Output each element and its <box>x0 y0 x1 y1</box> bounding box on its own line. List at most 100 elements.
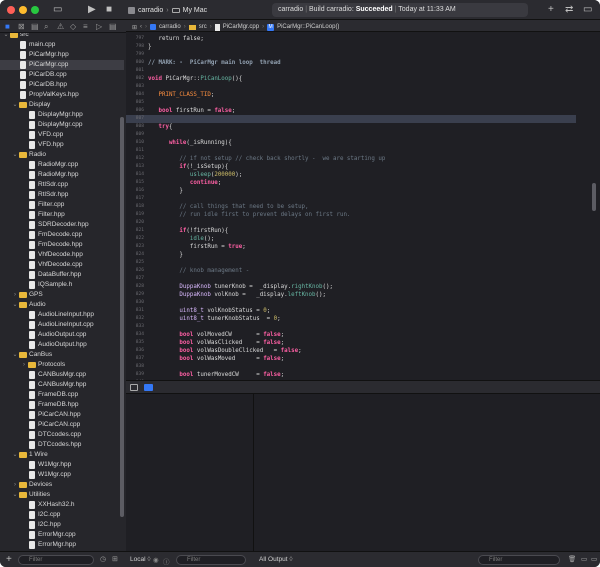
code-line[interactable]: uint8_t volKnobStatus = 0; <box>148 307 270 315</box>
tree-folder[interactable]: ⌄ Display <box>0 100 124 110</box>
tree-file[interactable]: XXHash32.h <box>0 500 124 510</box>
code-line[interactable]: idle(); <box>148 235 214 243</box>
tree-folder[interactable]: › Devices <box>0 480 124 490</box>
code-line[interactable]: uint8_t tunerKnobStatus = 0; <box>148 315 280 323</box>
tree-file[interactable]: AudioOutput.hpp <box>0 340 124 350</box>
code-line[interactable]: // call things that need to be setup, <box>148 203 308 211</box>
tree-file[interactable]: VhfDecode.hpp <box>0 250 124 260</box>
code-line[interactable]: bool volWasClicked = false; <box>148 339 284 347</box>
tree-file[interactable]: RadioMgr.cpp <box>0 160 124 170</box>
tree-file[interactable]: PiCarDB.cpp <box>0 70 124 80</box>
close-window-button[interactable] <box>7 6 15 14</box>
source-control-icon[interactable]: ⊠ <box>18 21 25 32</box>
tree-file[interactable]: W1Mgr.hpp <box>0 460 124 470</box>
symbol-navigator-icon[interactable]: ▤ <box>31 21 39 32</box>
tree-file[interactable]: DTCcodes.cpp <box>0 430 124 440</box>
code-line[interactable]: } <box>148 251 183 259</box>
tree-file[interactable]: I2C.cpp <box>0 510 124 520</box>
tree-file[interactable]: FmDecode.cpp <box>0 230 124 240</box>
back-icon[interactable]: ‹ <box>140 24 142 30</box>
code-line[interactable]: DuppaKnob tunerKnob = _display.rightKnob… <box>148 283 333 291</box>
code-line[interactable]: firstRun = true; <box>148 243 246 251</box>
tree-file[interactable]: VFD.hpp <box>0 140 124 150</box>
editor-options-icon[interactable]: ⇄ <box>565 4 573 16</box>
sidebar-toggle-icon[interactable]: ▭ <box>53 4 62 16</box>
test-navigator-icon[interactable]: ◇ <box>70 21 76 32</box>
tree-file[interactable]: FrameDB.cpp <box>0 390 124 400</box>
disclosure-open-icon[interactable]: ⌄ <box>3 33 9 40</box>
tree-folder[interactable]: ⌄ Radio <box>0 150 124 160</box>
console-filter-field[interactable]: Filter <box>478 555 560 565</box>
disclosure-open-icon[interactable]: ⌄ <box>12 300 18 310</box>
disclosure-open-icon[interactable]: ⌄ <box>12 100 18 110</box>
tree-file[interactable]: PiCarCAN.cpp <box>0 420 124 430</box>
code-line[interactable]: // knob management - <box>148 267 249 275</box>
console-scope-selector[interactable]: All Output ◊ <box>259 556 293 563</box>
project-navigator-icon[interactable]: ■ <box>5 21 10 32</box>
jump-folder[interactable]: src <box>199 24 207 30</box>
tree-file[interactable]: AudioOutput.cpp <box>0 330 124 340</box>
tree-file[interactable]: Filter.hpp <box>0 210 124 220</box>
tree-file[interactable]: Filter.cpp <box>0 200 124 210</box>
tree-file[interactable]: IQSample.h <box>0 280 124 290</box>
disclosure-closed-icon[interactable]: › <box>21 360 27 370</box>
tree-file[interactable]: CANBusMgr.cpp <box>0 370 124 380</box>
tree-file[interactable]: VhfDecode.cpp <box>0 260 124 270</box>
tree-file[interactable]: RtlSdr.cpp <box>0 180 124 190</box>
tree-folder[interactable]: ⌄ 1 Wire <box>0 450 124 460</box>
disclosure-open-icon[interactable]: ⌄ <box>12 450 18 460</box>
navigator-scrollbar[interactable] <box>120 117 124 517</box>
tree-file[interactable]: DisplayMgr.cpp <box>0 120 124 130</box>
split-variables-icon[interactable]: ▭ <box>591 555 597 563</box>
breakpoint-navigator-icon[interactable]: ▷ <box>96 21 102 32</box>
code-line[interactable]: // MARK: - PiCarMgr main loop thread <box>148 59 281 67</box>
debug-navigator-icon[interactable]: ≡ <box>83 21 88 32</box>
code-line[interactable]: return false; <box>148 35 203 43</box>
code-line[interactable]: continue; <box>148 179 221 187</box>
code-line[interactable]: PRINT_CLASS_TID; <box>148 91 214 99</box>
tree-file[interactable]: FmDecode.hpp <box>0 240 124 250</box>
code-line[interactable]: DuppaKnob volKnob = _display.leftKnob(); <box>148 291 326 299</box>
stop-icon[interactable]: ■ <box>106 4 112 16</box>
add-icon[interactable]: + <box>548 4 554 16</box>
jump-file[interactable]: PiCarMgr.cpp <box>223 24 259 30</box>
tree-file[interactable]: FrameDB.hpp <box>0 400 124 410</box>
scheme-selector[interactable]: carradio › My Mac <box>128 4 207 16</box>
related-items-icon[interactable]: ⊞ <box>132 24 137 31</box>
tree-file[interactable]: DataBuffer.hpp <box>0 270 124 280</box>
disclosure-open-icon[interactable]: ⌄ <box>12 150 18 160</box>
code-line[interactable]: if(!_isSetup){ <box>148 163 228 171</box>
tree-file[interactable]: W1Mgr.cpp <box>0 470 124 480</box>
code-line[interactable]: } <box>148 43 152 51</box>
minimize-window-button[interactable] <box>19 6 27 14</box>
tree-file[interactable]: PiCarMgr.hpp <box>0 50 124 60</box>
tree-folder[interactable]: ⌄ Utilities <box>0 490 124 500</box>
info-icon[interactable]: ⓘ <box>163 556 170 566</box>
report-navigator-icon[interactable]: ▤ <box>109 21 117 32</box>
code-line[interactable]: // if not setup // check back shortly - … <box>148 155 385 163</box>
tree-folder[interactable]: › Protocols <box>0 360 124 370</box>
find-navigator-icon[interactable]: ⌕ <box>44 21 48 32</box>
tree-file[interactable]: AudioLineInput.cpp <box>0 320 124 330</box>
forward-icon[interactable]: › <box>145 24 147 30</box>
inspector-toggle-icon[interactable]: ▭ <box>583 4 592 16</box>
disclosure-open-icon[interactable]: ⌄ <box>12 350 18 360</box>
code-line[interactable]: bool tunerMovedCW = false; <box>148 371 284 379</box>
tree-file[interactable]: AudioLineInput.hpp <box>0 310 124 320</box>
editor-scrollbar[interactable] <box>592 183 596 211</box>
disclosure-closed-icon[interactable]: › <box>12 480 18 490</box>
code-line[interactable]: void PiCarMgr::PiCanLoop(){ <box>148 75 242 83</box>
jump-project[interactable]: carradio <box>159 24 181 30</box>
tree-folder[interactable]: ⌄ Audio <box>0 300 124 310</box>
tree-file[interactable]: DisplayMgr.hpp <box>0 110 124 120</box>
code-line[interactable]: bool firstRun = false; <box>148 107 235 115</box>
tree-file[interactable]: main.cpp <box>0 40 124 50</box>
code-line[interactable]: } <box>148 187 183 195</box>
variables-scope-selector[interactable]: Local ◊ <box>130 556 151 563</box>
tree-file[interactable]: DTCcodes.hpp <box>0 440 124 450</box>
tree-file[interactable]: PiCarMgr.cpp <box>0 60 124 70</box>
tree-file[interactable]: RadioMgr.hpp <box>0 170 124 180</box>
code-line[interactable]: if(!firstRun){ <box>148 227 228 235</box>
breakpoints-toggle-icon[interactable] <box>144 384 153 391</box>
code-line[interactable]: bool volWasMoved = false; <box>148 355 284 363</box>
